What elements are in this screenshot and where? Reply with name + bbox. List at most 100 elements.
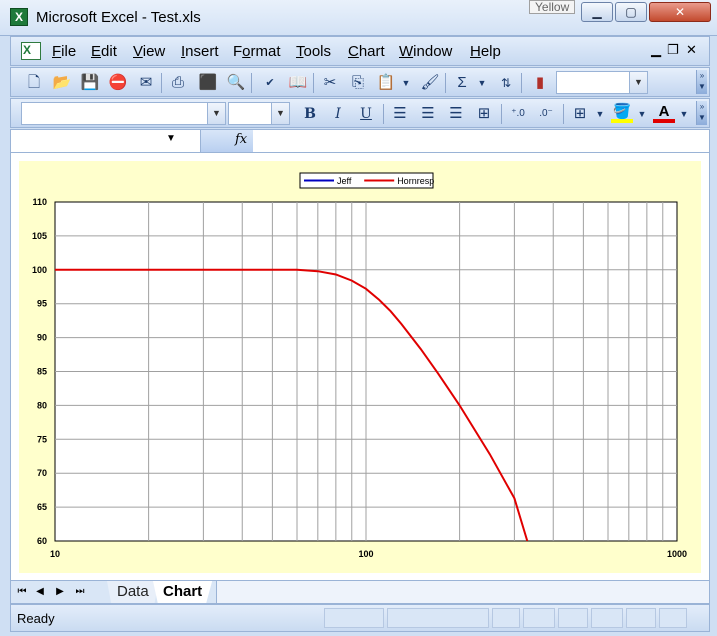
bold-button[interactable]: B bbox=[299, 103, 321, 125]
y-tick-label: 95 bbox=[37, 299, 47, 309]
font-size-combo[interactable]: ▼ bbox=[228, 102, 290, 125]
x-tick-label: 100 bbox=[358, 549, 373, 559]
italic-button[interactable]: I bbox=[327, 103, 349, 125]
tab-chart[interactable]: Chart bbox=[153, 581, 213, 603]
font-size-dropdown-icon[interactable]: ▼ bbox=[271, 103, 289, 124]
name-box-dropdown-icon[interactable]: ▼ bbox=[166, 133, 176, 144]
sort-ascending-icon[interactable]: ⇅ bbox=[495, 72, 517, 94]
close-button[interactable]: ✕ bbox=[649, 2, 711, 22]
next-sheet-icon[interactable]: ▶ bbox=[53, 585, 67, 599]
toolbar-separator bbox=[251, 73, 252, 93]
fill-color-dropdown-icon[interactable]: ▼ bbox=[631, 103, 653, 125]
font-color-dropdown-icon[interactable]: ▼ bbox=[673, 103, 695, 125]
last-sheet-icon[interactable]: ⏭ bbox=[73, 585, 87, 599]
copy-icon[interactable]: ⎘ bbox=[347, 72, 369, 94]
status-bar: Ready bbox=[10, 604, 710, 632]
underline-button[interactable]: U bbox=[355, 103, 377, 125]
standard-toolbar: 🗋 📂 💾 ⛔ ✉ ⎙ ⬛ 🔍 ✔ 📖 ✂ ⎘ 📋 ▼ 🖌 Σ ▼ ⇅ ▮ ▼ … bbox=[10, 67, 710, 97]
menu-format[interactable]: Format bbox=[233, 43, 281, 60]
merge-center-icon[interactable]: ⊞ bbox=[473, 103, 495, 125]
open-folder-icon[interactable]: 📂 bbox=[51, 72, 73, 94]
menu-edit[interactable]: Edit bbox=[91, 43, 117, 60]
toolbar-separator bbox=[521, 73, 522, 93]
menu-bar: File Edit View Insert Format Tools Chart… bbox=[10, 36, 710, 66]
borders-icon[interactable]: ⊞ bbox=[569, 103, 591, 125]
menu-chart[interactable]: Chart bbox=[348, 43, 385, 60]
decrease-decimal-icon[interactable]: .0⁻ bbox=[535, 103, 557, 125]
horizontal-scroll-area[interactable] bbox=[216, 581, 709, 603]
x-tick-labels: 10 100 1000 bbox=[50, 549, 687, 559]
y-tick-label: 110 bbox=[32, 197, 47, 207]
toolbar-separator bbox=[501, 104, 502, 124]
menu-tools[interactable]: Tools bbox=[296, 43, 331, 60]
legend: Jeff Hornresp bbox=[299, 172, 434, 189]
print-preview-icon[interactable]: 🔍 bbox=[225, 72, 247, 94]
toolbar-overflow-icon[interactable]: » ▼ bbox=[696, 70, 707, 94]
y-tick-label: 105 bbox=[32, 231, 47, 241]
window-title: Microsoft Excel - Test.xls bbox=[36, 9, 201, 26]
status-text: Ready bbox=[17, 611, 55, 626]
tab-data[interactable]: Data bbox=[107, 581, 159, 603]
status-panel bbox=[626, 608, 656, 628]
align-left-icon[interactable]: ☰ bbox=[389, 103, 411, 125]
cut-icon[interactable]: ✂ bbox=[319, 72, 341, 94]
maximize-button[interactable]: ▢ bbox=[615, 2, 647, 22]
minimize-button[interactable]: ▁ bbox=[581, 2, 613, 22]
fill-color-icon[interactable]: 🪣 bbox=[611, 103, 633, 123]
permission-icon[interactable]: ⛔ bbox=[107, 72, 129, 94]
y-tick-label: 60 bbox=[37, 536, 47, 546]
insert-function-icon[interactable]: fx bbox=[235, 132, 247, 147]
print-icon[interactable]: ⎙ bbox=[167, 72, 189, 94]
mdi-minimize-button[interactable]: ▁ bbox=[651, 42, 661, 58]
font-color-icon[interactable]: A bbox=[653, 103, 675, 123]
pdf-icon[interactable]: ⬛ bbox=[197, 72, 219, 94]
excel-app-icon[interactable]: X bbox=[10, 8, 28, 26]
x-tick-label: 10 bbox=[50, 549, 60, 559]
line-chart: 60 65 70 75 80 85 90 95 100 105 110 10 100 1000 Jeff… bbox=[32, 172, 687, 559]
legend-label-hornresp: Hornresp bbox=[397, 176, 434, 186]
status-panel bbox=[523, 608, 555, 628]
format-painter-icon[interactable]: 🖌 bbox=[419, 72, 441, 94]
toolbar-separator bbox=[313, 73, 314, 93]
workbook-icon[interactable] bbox=[21, 42, 41, 60]
research-icon[interactable]: 📖 bbox=[287, 72, 309, 94]
status-panel bbox=[591, 608, 623, 628]
new-document-icon[interactable]: 🗋 bbox=[23, 72, 45, 94]
x-tick-label: 1000 bbox=[667, 549, 687, 559]
email-icon[interactable]: ✉ bbox=[135, 72, 157, 94]
toolbar-overflow-icon[interactable]: » ▼ bbox=[696, 101, 707, 125]
name-box[interactable]: ▼ bbox=[11, 130, 201, 152]
grid-lines bbox=[55, 202, 677, 541]
y-tick-label: 80 bbox=[37, 400, 47, 410]
increase-decimal-icon[interactable]: ⁺.0 bbox=[507, 103, 529, 125]
autosum-dropdown-icon[interactable]: ▼ bbox=[471, 72, 493, 94]
toolbar-separator bbox=[161, 73, 162, 93]
mdi-close-button[interactable]: ✕ bbox=[686, 42, 697, 58]
tooltip: Yellow bbox=[529, 0, 576, 14]
first-sheet-icon[interactable]: ⏮ bbox=[15, 585, 29, 599]
legend-label-jeff: Jeff bbox=[337, 176, 352, 186]
menu-file[interactable]: File bbox=[52, 43, 76, 60]
mdi-restore-button[interactable]: ❐ bbox=[667, 42, 679, 58]
menu-insert[interactable]: Insert bbox=[181, 43, 219, 60]
align-center-icon[interactable]: ☰ bbox=[417, 103, 439, 125]
y-tick-label: 75 bbox=[37, 434, 47, 444]
align-right-icon[interactable]: ☰ bbox=[445, 103, 467, 125]
formula-bar: ▼ fx bbox=[10, 129, 710, 153]
menu-view[interactable]: View bbox=[133, 43, 165, 60]
font-name-dropdown-icon[interactable]: ▼ bbox=[207, 103, 225, 124]
prev-sheet-icon[interactable]: ◀ bbox=[33, 585, 47, 599]
menu-window[interactable]: Window bbox=[399, 43, 452, 60]
save-icon[interactable]: 💾 bbox=[79, 72, 101, 94]
chart-area[interactable]: 60 65 70 75 80 85 90 95 100 105 110 10 100 1000 Jeff… bbox=[19, 161, 701, 573]
borders-dropdown-icon[interactable]: ▼ bbox=[589, 103, 611, 125]
zoom-combo[interactable]: ▼ bbox=[556, 71, 648, 94]
spelling-icon[interactable]: ✔ bbox=[259, 72, 281, 94]
paste-icon[interactable]: 📋 bbox=[375, 72, 397, 94]
chart-wizard-icon[interactable]: ▮ bbox=[529, 72, 551, 94]
paste-dropdown-icon[interactable]: ▼ bbox=[395, 72, 417, 94]
menu-help[interactable]: Help bbox=[470, 43, 501, 60]
font-name-combo[interactable]: ▼ bbox=[21, 102, 226, 125]
zoom-dropdown-icon[interactable]: ▼ bbox=[629, 72, 647, 93]
autosum-icon[interactable]: Σ bbox=[451, 72, 473, 94]
